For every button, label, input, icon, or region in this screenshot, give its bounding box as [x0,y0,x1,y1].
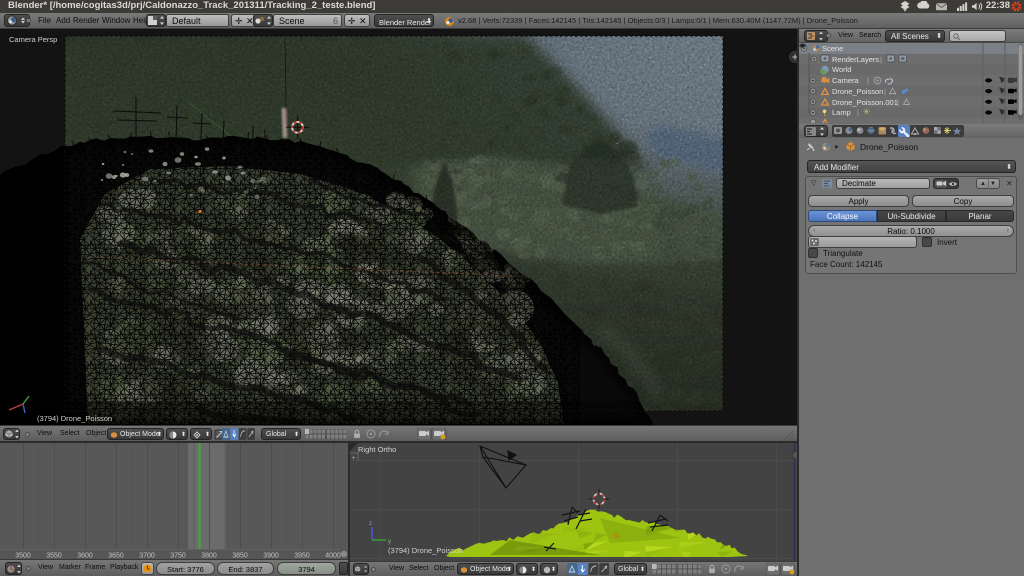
svg-text:(3794) Drone_Poisson: (3794) Drone_Poisson [37,414,112,423]
svg-text:(3794) Drone_Poisson: (3794) Drone_Poisson [388,546,463,555]
svg-text:Camera Persp: Camera Persp [9,35,57,44]
svg-text:Right Ortho: Right Ortho [358,445,396,454]
svg-text:z: z [369,521,372,527]
svg-text:+: + [352,455,356,462]
svg-text:y: y [388,539,391,545]
